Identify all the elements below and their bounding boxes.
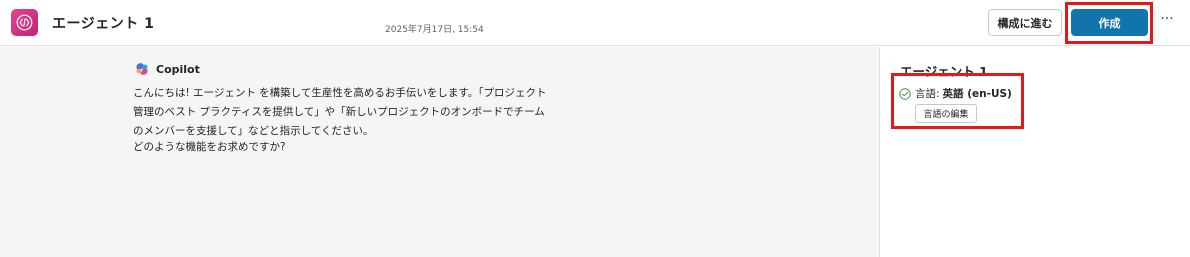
page-title: エージェント 1 xyxy=(52,16,155,32)
create-button[interactable]: 作成 xyxy=(1071,9,1148,36)
language-label: 言語: xyxy=(915,88,940,100)
language-status: 言語: 英語 (en-US) xyxy=(899,86,1012,101)
chat-pane xyxy=(0,47,879,257)
bot-question: どのような機能をお求めですか? xyxy=(133,141,286,153)
message-timestamp: 2025年7月17日, 15:54 xyxy=(385,25,484,35)
check-circle-icon xyxy=(899,87,911,100)
edit-language-button[interactable]: 言語の編集 xyxy=(915,104,977,123)
configure-button[interactable]: 構成に進む xyxy=(988,9,1062,36)
bot-message: こんにちは! エージェント を構築して生産性を高めるお手伝いをします。「プロジェ… xyxy=(133,84,593,141)
language-value: 英語 (en-US) xyxy=(942,88,1012,100)
copilot-logo-icon xyxy=(136,63,148,75)
more-options-icon[interactable]: ··· xyxy=(1158,11,1176,31)
top-bar: エージェント 1 構成に進む 作成 ··· xyxy=(0,0,1190,46)
message-line: 管理のベスト プラクティスを提供して」や「新しいプロジェクトのオンボードでチーム xyxy=(133,106,545,118)
bot-name: Copilot xyxy=(156,62,200,76)
code-brackets-icon xyxy=(11,9,38,36)
message-line: こんにちは! エージェント を構築して生産性を高めるお手伝いをします。「プロジェ… xyxy=(133,87,547,99)
bot-header: Copilot xyxy=(135,62,200,76)
